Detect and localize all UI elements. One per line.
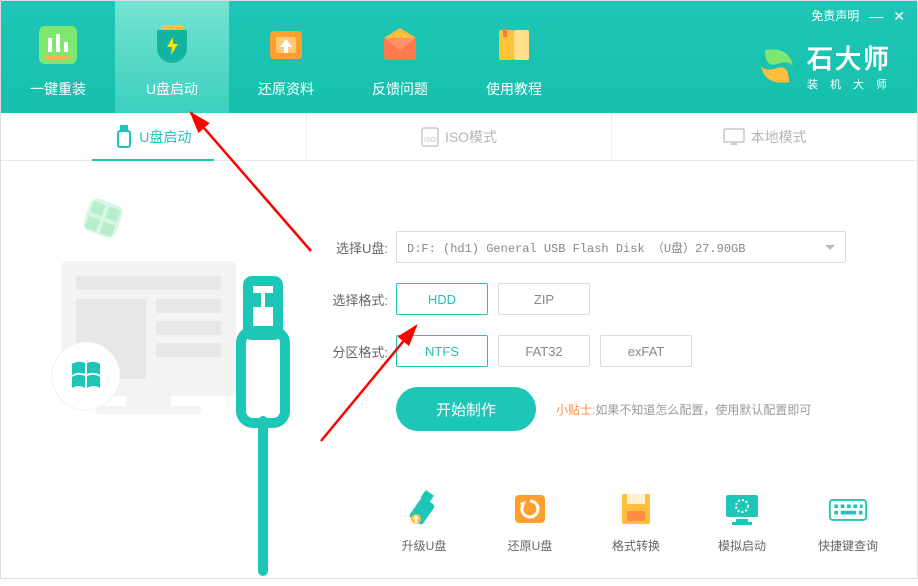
envelope-icon (381, 23, 419, 67)
subtab-label: U盘启动 (139, 127, 191, 147)
nav-reinstall[interactable]: 一键重装 (1, 1, 115, 113)
usb-stick-icon (404, 489, 444, 529)
start-button[interactable]: 开始制作 (396, 387, 536, 431)
format-label: 选择格式: (316, 290, 388, 309)
tool-label: 还原U盘 (508, 537, 553, 554)
keyboard-icon (828, 489, 868, 529)
monitor-icon (723, 128, 745, 146)
nav-label: 使用教程 (486, 79, 542, 99)
usb-select-value: D:F: (hd1) General USB Flash Disk （U盘）27… (407, 239, 745, 256)
format-hdd[interactable]: HDD (396, 283, 488, 315)
book-icon (496, 23, 532, 67)
chevron-down-icon (825, 245, 835, 250)
svg-text:ISO: ISO (424, 137, 437, 144)
nav-label: 反馈问题 (372, 79, 428, 99)
nav-feedback[interactable]: 反馈问题 (343, 1, 457, 113)
tool-bar: 升级U盘 还原U盘 (385, 489, 887, 554)
subtab-label: ISO模式 (445, 127, 497, 147)
tool-restore-usb[interactable]: 还原U盘 (491, 489, 569, 554)
partition-label: 分区格式: (316, 342, 388, 361)
subtabs: U盘启动 ISO ISO模式 本地模式 (1, 113, 917, 161)
tool-label: 快捷键查询 (818, 537, 878, 554)
tool-label: 模拟启动 (718, 537, 766, 554)
nav-label: 还原资料 (258, 79, 314, 99)
tool-format-convert[interactable]: 格式转换 (597, 489, 675, 554)
partition-exfat[interactable]: exFAT (600, 335, 692, 367)
usb-select-label: 选择U盘: (316, 238, 388, 257)
header: 一键重装 U盘启动 还原资料 (1, 1, 917, 113)
close-button[interactable]: ✕ (893, 9, 905, 23)
tip-text: 小贴士:如果不知道怎么配置，使用默认配置即可 (556, 401, 811, 418)
disclaimer-link[interactable]: 免责声明 (811, 7, 859, 24)
subtab-iso[interactable]: ISO ISO模式 (307, 113, 613, 160)
floppy-icon (616, 489, 656, 529)
subtab-usb-boot[interactable]: U盘启动 (1, 113, 307, 160)
partition-fat32[interactable]: FAT32 (498, 335, 590, 367)
illustration (1, 161, 301, 578)
tool-label: 格式转换 (612, 537, 660, 554)
tool-simulate-boot[interactable]: 模拟启动 (703, 489, 781, 554)
tool-hotkey[interactable]: 快捷键查询 (809, 489, 887, 554)
nav-usb-boot[interactable]: U盘启动 (115, 1, 229, 113)
subtab-label: 本地模式 (751, 127, 807, 147)
iso-icon: ISO (421, 127, 439, 147)
monitor-icon (722, 489, 762, 529)
brand-subtitle: 装机大师 (807, 76, 899, 92)
brand: 石大师 装机大师 (755, 24, 917, 113)
brand-logo-icon (755, 44, 799, 88)
usb-icon (115, 125, 133, 149)
nav-label: 一键重装 (30, 79, 86, 99)
tool-upgrade-usb[interactable]: 升级U盘 (385, 489, 463, 554)
bar-chart-icon (39, 23, 77, 67)
nav-tutorial[interactable]: 使用教程 (457, 1, 571, 113)
shield-icon (154, 23, 190, 67)
usb-select[interactable]: D:F: (hd1) General USB Flash Disk （U盘）27… (396, 231, 846, 263)
upload-icon (268, 23, 304, 67)
nav-label: U盘启动 (146, 79, 198, 99)
minimize-button[interactable]: — (869, 9, 883, 23)
brand-title: 石大师 (807, 39, 899, 76)
restore-icon (510, 489, 550, 529)
tool-label: 升级U盘 (402, 537, 447, 554)
nav-restore[interactable]: 还原资料 (229, 1, 343, 113)
subtab-local[interactable]: 本地模式 (612, 113, 917, 160)
format-zip[interactable]: ZIP (498, 283, 590, 315)
partition-ntfs[interactable]: NTFS (396, 335, 488, 367)
